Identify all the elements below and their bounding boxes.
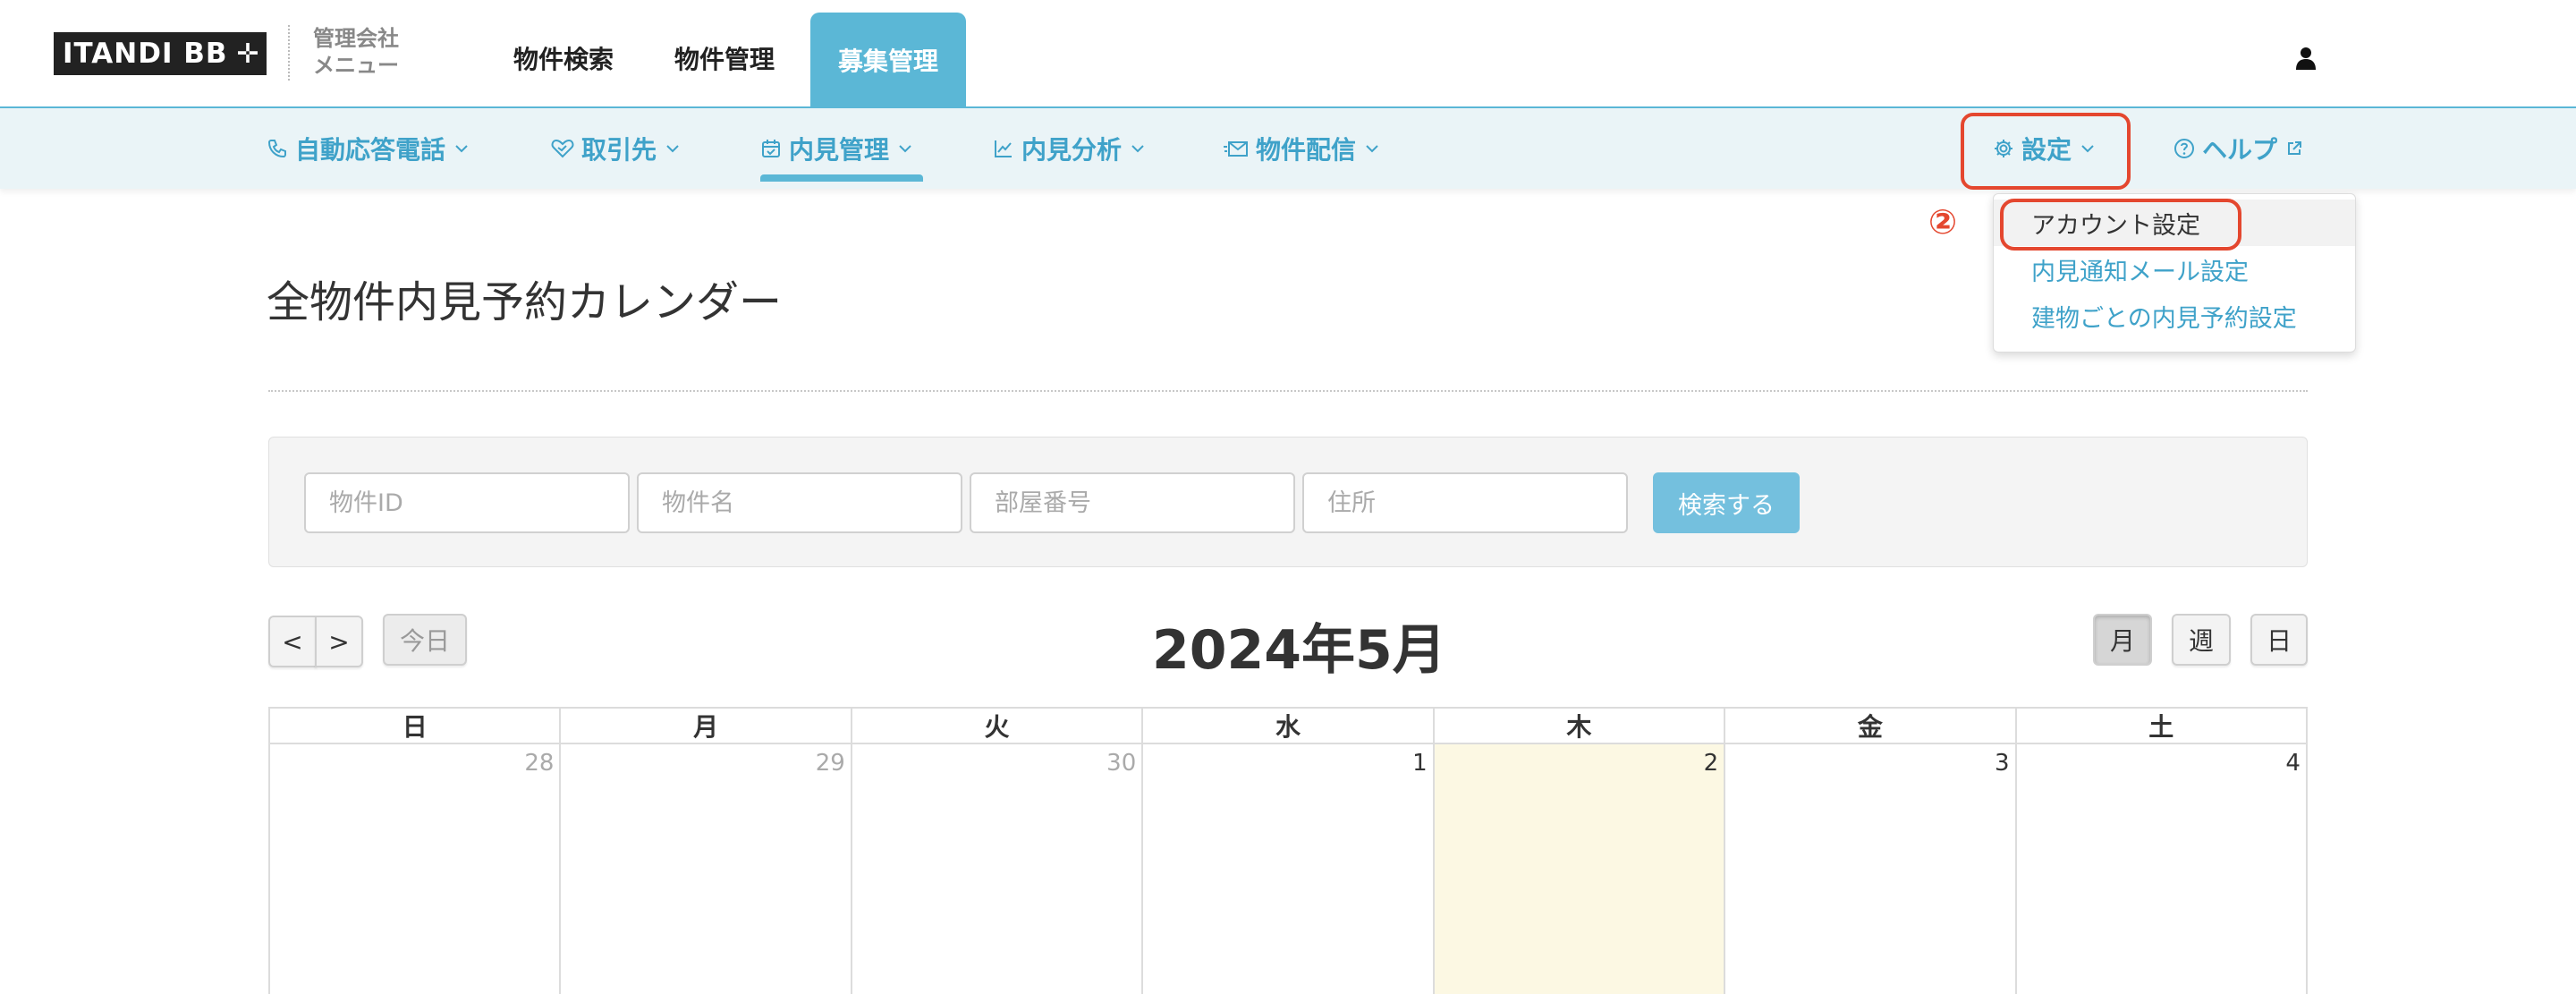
mail-send-icon <box>1224 141 1248 157</box>
weekday-header-cell: 金 <box>1725 709 2017 743</box>
title-divider <box>268 390 2308 392</box>
day-view-button[interactable]: 日 <box>2250 614 2308 666</box>
user-icon[interactable] <box>2295 47 2317 70</box>
weekday-header-cell: 木 <box>1435 709 1726 743</box>
day-cell[interactable]: 30 <box>852 744 1144 994</box>
day-number: 28 <box>524 750 555 777</box>
active-subnav-indicator <box>760 174 923 182</box>
subnav-viewing-analysis-label: 内見分析 <box>1021 135 1123 165</box>
next-month-button[interactable]: > <box>315 616 363 667</box>
day-cell[interactable]: 4 <box>2017 744 2306 994</box>
subnav-help[interactable]: ヘルプ <box>2174 108 2309 189</box>
chevron-down-icon <box>455 145 468 153</box>
settings-highlight-annotation <box>1961 113 2131 190</box>
address-input[interactable] <box>1302 472 1628 533</box>
day-cell[interactable]: 2 <box>1434 744 1726 994</box>
chevron-down-icon <box>899 145 911 153</box>
month-view-button[interactable]: 月 <box>2093 614 2152 666</box>
menu-item-building-viewing-settings[interactable]: 建物ごとの内見予約設定 <box>1994 293 2355 339</box>
subnav-viewing-analysis[interactable]: 内見分析 <box>993 108 1152 189</box>
day-cell[interactable]: 28 <box>270 744 562 994</box>
weekday-header-cell: 月 <box>561 709 852 743</box>
top-header: ITANDI BB ✛ 管理会社 メニュー 物件検索 物件管理 募集管理 <box>0 0 2576 108</box>
account-settings-highlight-annotation <box>2000 199 2241 251</box>
calendar-title: 2024年5月 <box>1152 619 1446 682</box>
page-title: 全物件内見予約カレンダー <box>267 277 783 327</box>
calendar-check-icon <box>762 140 780 157</box>
weekday-header-cell: 土 <box>2148 712 2174 742</box>
room-number-input[interactable] <box>970 472 1295 533</box>
subnav-property-delivery[interactable]: 物件配信 <box>1224 108 1386 189</box>
property-name-input[interactable] <box>637 472 962 533</box>
chevron-down-icon <box>1366 145 1378 153</box>
calendar-week-row: 28 29 30 1 2 3 4 <box>268 744 2308 994</box>
external-link-icon <box>2288 141 2302 155</box>
step-number-annotation: ② <box>1928 202 1958 242</box>
nav-recruitment-management[interactable]: 募集管理 <box>810 13 966 107</box>
prev-month-button[interactable]: < <box>268 616 317 667</box>
sub-navigation: 自動応答電話 取引先 内見管理 内見分析 物件配信 設定 ヘルプ <box>0 108 2576 189</box>
subnav-help-label: ヘルプ <box>2202 135 2278 165</box>
search-button[interactable]: 検索する <box>1653 472 1800 533</box>
week-view-button[interactable]: 週 <box>2172 614 2231 666</box>
weekday-header-cell: 水 <box>1143 709 1435 743</box>
subnav-viewing-management-label: 内見管理 <box>789 135 890 165</box>
subnav-auto-phone[interactable]: 自動応答電話 <box>267 108 476 189</box>
menu-item-viewing-mail-settings[interactable]: 内見通知メール設定 <box>1994 246 2355 293</box>
day-number: 3 <box>1994 750 2010 777</box>
day-cell[interactable]: 1 <box>1143 744 1435 994</box>
management-menu-line2: メニュー <box>313 53 399 78</box>
calendar-grid: 日 月 火 水 木 金 土 28 29 30 1 2 3 4 <box>268 707 2308 994</box>
day-cell[interactable]: 29 <box>561 744 852 994</box>
line-chart-icon <box>995 140 1012 157</box>
day-number: 30 <box>1106 750 1137 777</box>
phone-icon <box>267 140 286 158</box>
day-number: 1 <box>1412 750 1428 777</box>
question-circle-icon <box>2174 139 2194 158</box>
subnav-partners[interactable]: 取引先 <box>551 108 687 189</box>
weekday-header-cell: 火 <box>852 709 1144 743</box>
logo-divider <box>288 25 290 81</box>
day-number: 2 <box>1703 750 1719 777</box>
property-id-input[interactable] <box>304 472 630 533</box>
nav-property-management[interactable]: 物件管理 <box>674 36 775 81</box>
chevron-down-icon <box>1131 145 1144 153</box>
subnav-partners-label: 取引先 <box>581 135 657 165</box>
day-number: 4 <box>2285 750 2301 777</box>
chevron-down-icon <box>666 145 679 153</box>
subnav-auto-phone-label: 自動応答電話 <box>295 135 446 165</box>
day-cell[interactable]: 3 <box>1725 744 2017 994</box>
nav-property-search[interactable]: 物件検索 <box>513 36 614 81</box>
subnav-property-delivery-label: 物件配信 <box>1256 135 1357 165</box>
logo-plus-icon: ✛ <box>236 38 260 70</box>
management-menu-label: 管理会社 メニュー <box>313 25 399 79</box>
management-menu-line1: 管理会社 <box>313 26 399 51</box>
handshake-heart-icon <box>551 139 574 158</box>
logo-text: ITANDI BB <box>63 38 228 70</box>
itandi-bb-logo[interactable]: ITANDI BB ✛ <box>54 32 267 75</box>
today-button[interactable]: 今日 <box>383 614 467 666</box>
day-number: 29 <box>815 750 845 777</box>
calendar-weekday-header: 日 月 火 水 木 金 土 <box>268 707 2308 744</box>
weekday-header-cell: 日 <box>270 709 562 743</box>
